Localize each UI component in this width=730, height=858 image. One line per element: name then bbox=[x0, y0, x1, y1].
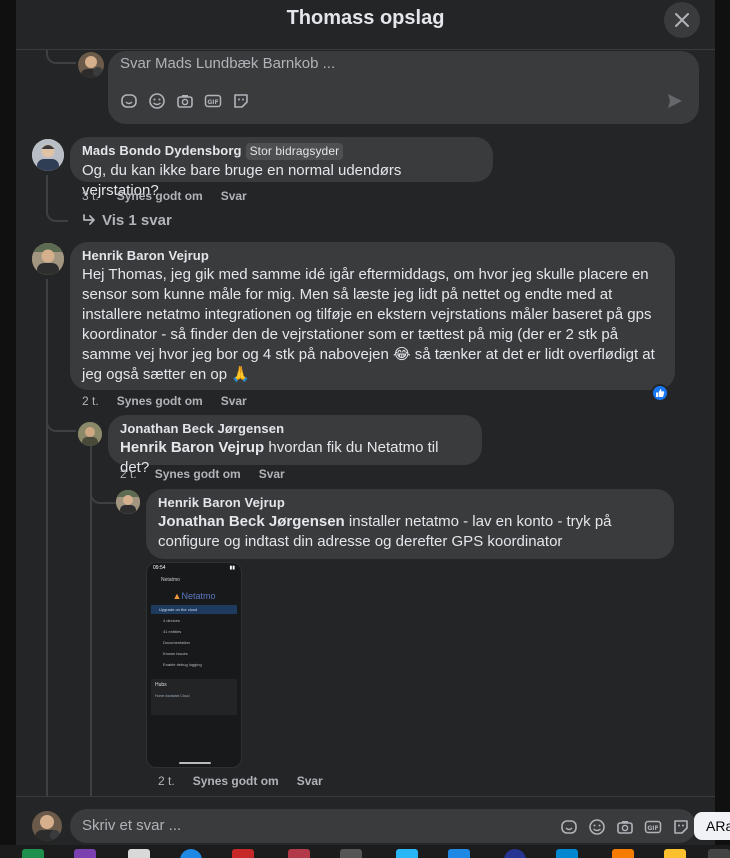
avatar[interactable] bbox=[32, 139, 64, 171]
taskbar-app-icon[interactable] bbox=[288, 849, 310, 858]
taskbar-app-icon[interactable] bbox=[128, 849, 150, 858]
like-icon bbox=[656, 389, 665, 397]
mention-link[interactable]: Jonathan Beck Jørgensen bbox=[158, 513, 345, 530]
avatar[interactable] bbox=[116, 490, 140, 514]
avatar bbox=[32, 811, 62, 841]
close-button[interactable] bbox=[664, 2, 700, 38]
gif-icon[interactable]: GIF bbox=[204, 92, 222, 110]
comment-author[interactable]: Jonathan Beck Jørgensen bbox=[120, 421, 470, 437]
comment-bubble: Henrik Baron Vejrup Hej Thomas, jeg gik … bbox=[70, 242, 675, 390]
reply-input[interactable]: Svar Mads Lundbæk Barnkob ... bbox=[120, 55, 335, 72]
menu-item: Documentation bbox=[163, 640, 190, 645]
comment-composer-bar: Skriv et svar ... GIF bbox=[16, 796, 715, 845]
camera-icon[interactable] bbox=[176, 92, 194, 110]
comment-time[interactable]: 3 t. bbox=[82, 189, 99, 203]
reply-bubble: Jonathan Beck Jørgensen Henrik Baron Vej… bbox=[108, 415, 482, 476]
thread-connector bbox=[90, 482, 116, 504]
emoji-icon[interactable] bbox=[148, 92, 166, 110]
taskbar-app-icon[interactable] bbox=[448, 849, 470, 858]
avatar-sticker-icon[interactable] bbox=[120, 92, 138, 110]
comment-actions: 2 t. Synes godt om Svar bbox=[82, 394, 247, 408]
taskbar-app-icon[interactable] bbox=[504, 849, 526, 858]
comment-time[interactable]: 2 t. bbox=[120, 467, 137, 481]
like-button[interactable]: Synes godt om bbox=[117, 394, 203, 408]
avatar-sticker-icon[interactable] bbox=[560, 818, 578, 836]
comment-input-box[interactable]: Skriv et svar ... GIF bbox=[70, 809, 696, 843]
svg-text:GIF: GIF bbox=[207, 99, 218, 106]
netatmo-logo: ▲Netatmo bbox=[172, 591, 216, 601]
like-button[interactable]: Synes godt om bbox=[155, 467, 241, 481]
comment-bubble: Mads Bondo Dydensborg Stor bidragsyder Og… bbox=[70, 137, 493, 199]
reaction-badge[interactable] bbox=[651, 384, 669, 402]
close-icon bbox=[675, 13, 689, 27]
comment-actions: 2 t. Synes godt om Svar bbox=[120, 467, 285, 481]
hubs-label: Hubs bbox=[155, 682, 167, 688]
comment-time[interactable]: 2 t. bbox=[82, 394, 99, 408]
post-dialog: Thomass opslag Svar Mads Lundbæk Barnkob… bbox=[16, 0, 715, 845]
emoji-icon[interactable] bbox=[588, 818, 606, 836]
reply-composer[interactable]: Svar Mads Lundbæk Barnkob ... GIF bbox=[108, 51, 699, 124]
reply-button[interactable]: Svar bbox=[221, 394, 247, 408]
menu-item: 41 entities bbox=[163, 629, 182, 634]
menu-item: 4 devices bbox=[163, 618, 180, 623]
comment-time[interactable]: 2 t. bbox=[158, 774, 175, 788]
thread-connector bbox=[46, 279, 48, 804]
reply-bubble: Henrik Baron Vejrup Jonathan Beck Jørgen… bbox=[146, 489, 674, 559]
comment-text: Hej Thomas, jeg gik med samme idé igår e… bbox=[82, 266, 655, 383]
show-replies-label: Vis 1 svar bbox=[102, 212, 172, 229]
comment-input[interactable]: Skriv et svar ... bbox=[82, 817, 181, 834]
reply-button[interactable]: Svar bbox=[221, 189, 247, 203]
sticker-icon[interactable] bbox=[672, 818, 690, 836]
side-chip[interactable]: ARa bbox=[694, 812, 730, 840]
avatar[interactable] bbox=[78, 422, 102, 446]
hubs-section: Hubs Home Assistant Cloud bbox=[151, 679, 237, 715]
menu-item: Enable debug logging bbox=[163, 662, 202, 667]
thread-connector bbox=[46, 196, 68, 222]
taskbar-app-icon[interactable] bbox=[664, 849, 686, 858]
dialog-header: Thomass opslag bbox=[16, 0, 715, 50]
taskbar-app-icon[interactable] bbox=[708, 849, 730, 858]
contributor-badge: Stor bidragsyder bbox=[245, 143, 344, 160]
comment-author[interactable]: Mads Bondo Dydensborg bbox=[82, 143, 242, 158]
background-right bbox=[715, 0, 730, 858]
taskbar-app-icon[interactable] bbox=[612, 849, 634, 858]
gif-icon[interactable]: GIF bbox=[644, 818, 662, 836]
phone-home-bar bbox=[179, 762, 211, 764]
taskbar-app-icon[interactable] bbox=[556, 849, 578, 858]
taskbar-app-icon[interactable] bbox=[74, 849, 96, 858]
comment-author[interactable]: Henrik Baron Vejrup bbox=[158, 495, 662, 511]
show-replies-button[interactable]: Vis 1 svar bbox=[82, 212, 172, 229]
taskbar-app-icon[interactable] bbox=[22, 849, 44, 858]
like-button[interactable]: Synes godt om bbox=[117, 189, 203, 203]
phone-clock: 09:54 bbox=[153, 565, 166, 571]
taskbar bbox=[0, 845, 730, 858]
taskbar-app-icon[interactable] bbox=[232, 849, 254, 858]
background-left bbox=[0, 0, 16, 858]
hub-name: Home Assistant Cloud bbox=[155, 694, 190, 698]
mention-link[interactable]: Henrik Baron Vejrup bbox=[120, 439, 264, 456]
thread-connector bbox=[46, 404, 76, 432]
taskbar-app-icon[interactable] bbox=[180, 849, 202, 858]
reply-button[interactable]: Svar bbox=[297, 774, 323, 788]
avatar bbox=[78, 52, 104, 78]
reply-button[interactable]: Svar bbox=[259, 467, 285, 481]
like-button[interactable]: Synes godt om bbox=[193, 774, 279, 788]
comment-actions: 3 t. Synes godt om Svar bbox=[82, 189, 247, 203]
avatar[interactable] bbox=[32, 243, 64, 275]
reply-arrow-icon bbox=[83, 214, 95, 225]
svg-text:GIF: GIF bbox=[647, 825, 658, 832]
image-attachment[interactable]: 09:54 ▮▮ Netatmo ▲Netatmo Upgrade on the … bbox=[146, 562, 242, 768]
comment-author[interactable]: Henrik Baron Vejrup bbox=[82, 248, 663, 264]
app-header: Netatmo bbox=[161, 577, 180, 583]
send-icon[interactable] bbox=[666, 92, 684, 110]
camera-icon[interactable] bbox=[616, 818, 634, 836]
app-menu: Upgrade on the cloud 4 devices 41 entiti… bbox=[147, 605, 241, 669]
dialog-title: Thomass opslag bbox=[286, 7, 445, 29]
menu-item: Known issues bbox=[163, 651, 188, 656]
sticker-icon[interactable] bbox=[232, 92, 250, 110]
taskbar-app-icon[interactable] bbox=[396, 849, 418, 858]
comment-actions: 2 t. Synes godt om Svar bbox=[158, 774, 323, 788]
menu-item: Upgrade on the cloud bbox=[151, 605, 237, 614]
taskbar-app-icon[interactable] bbox=[340, 849, 362, 858]
